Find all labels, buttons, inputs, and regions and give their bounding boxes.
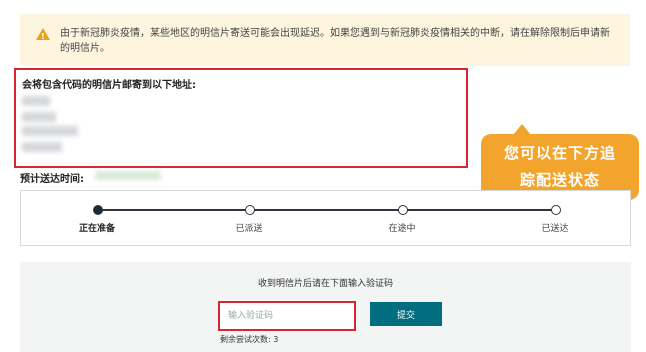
redacted-address-line	[22, 96, 50, 106]
verification-code-input[interactable]	[218, 301, 356, 331]
redacted-address-line	[22, 126, 78, 136]
redacted-address-line	[22, 142, 62, 152]
step-dot-dispatched	[245, 205, 255, 215]
tracker-line	[97, 209, 555, 211]
covid-notice-banner: 由于新冠肺炎疫情，某些地区的明信片寄送可能会出现延迟。如果您遇到与新冠肺炎疫情相…	[20, 14, 630, 66]
notice-text: 由于新冠肺炎疫情，某些地区的明信片寄送可能会出现延迟。如果您遇到与新冠肺炎疫情相…	[60, 28, 610, 54]
eta-label: 预计送达时间:	[20, 174, 84, 185]
step-label-dispatched: 已派送	[235, 224, 263, 234]
delivery-tracker: 正在准备 已派送 在途中 已送达	[20, 190, 631, 246]
step-dot-delivered	[551, 205, 561, 215]
submit-button[interactable]: 提交	[370, 302, 442, 326]
step-dot-preparing	[93, 205, 103, 215]
address-title: 会将包含代码的明信片邮寄到以下地址:	[22, 80, 196, 91]
remaining-attempts: 剩余尝试次数: 3	[220, 335, 279, 344]
warning-icon	[36, 28, 50, 44]
verification-section: 收到明信片后请在下面输入验证码 提交 剩余尝试次数: 3	[20, 262, 631, 352]
redacted-address-line	[22, 112, 56, 122]
verification-title: 收到明信片后请在下面输入验证码	[257, 279, 393, 289]
step-dot-in-transit	[398, 205, 408, 215]
redacted-eta-value	[95, 171, 161, 180]
step-label-delivered: 已送达	[541, 224, 569, 234]
tooltip-line-1: 您可以在下方追	[503, 144, 616, 162]
step-label-preparing: 正在准备	[78, 224, 115, 234]
step-label-in-transit: 在途中	[388, 224, 416, 234]
mailing-address-panel: 会将包含代码的明信片邮寄到以下地址:	[14, 68, 468, 168]
